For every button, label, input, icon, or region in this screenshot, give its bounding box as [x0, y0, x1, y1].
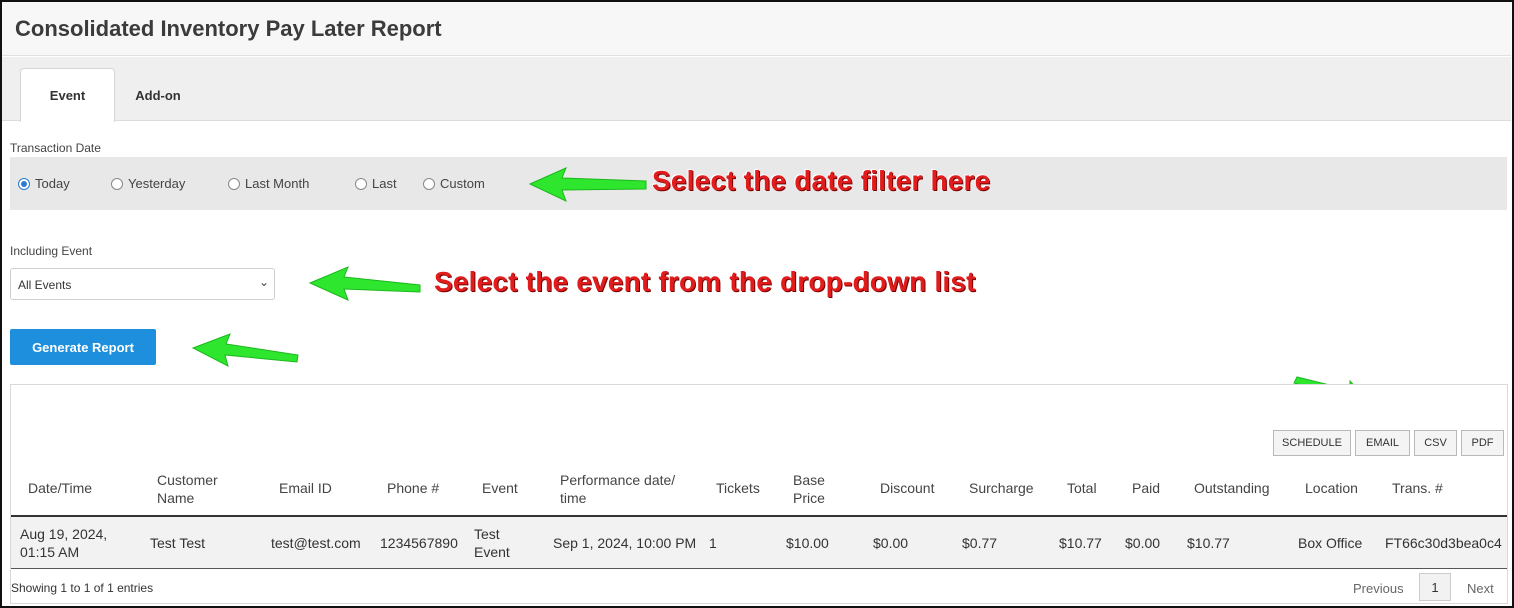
cell-total: $10.77 — [1059, 535, 1102, 551]
cell-tickets: 1 — [709, 535, 717, 551]
next-page-button[interactable]: Next — [1467, 581, 1494, 596]
column-header[interactable]: Customer Name — [157, 471, 237, 507]
radio-yesterday-label: Yesterday — [128, 176, 186, 191]
page-1-button[interactable]: 1 — [1419, 573, 1451, 601]
date-filter-annotation: Select the date filter here — [652, 165, 991, 196]
chevron-down-icon: ⌄ — [258, 275, 269, 289]
page-title: Consolidated Inventory Pay Later Report — [15, 16, 442, 41]
column-header[interactable]: Outstanding — [1194, 479, 1270, 497]
event-select-value: All Events — [18, 278, 72, 292]
radio-last-month[interactable]: Last Month — [228, 176, 309, 191]
radio-today-label: Today — [35, 176, 70, 191]
csv-button[interactable]: CSV — [1414, 430, 1457, 456]
title-bar: Consolidated Inventory Pay Later Report — [2, 2, 1511, 56]
tab-event[interactable]: Event — [20, 68, 115, 122]
radio-unselected-icon — [111, 177, 123, 190]
cell-performance-date: Sep 1, 2024, 10:00 PM — [553, 535, 697, 551]
transaction-date-label: Transaction Date — [10, 141, 101, 155]
schedule-button[interactable]: SCHEDULE — [1273, 430, 1351, 456]
column-header[interactable]: Total — [1067, 479, 1097, 497]
report-panel: SCHEDULE EMAIL CSV PDF Date/Time Custome… — [10, 384, 1508, 604]
radio-today[interactable]: Today — [18, 176, 70, 191]
radio-custom[interactable]: Custom — [423, 176, 485, 191]
cell-email: test@test.com — [271, 535, 361, 551]
table-row[interactable]: Aug 19, 2024, 01:15 AM Test Test test@te… — [11, 517, 1507, 569]
column-header[interactable]: Trans. # — [1392, 479, 1443, 497]
cell-discount: $0.00 — [873, 535, 909, 551]
column-header[interactable]: Paid — [1132, 479, 1160, 497]
entries-info: Showing 1 to 1 of 1 entries — [11, 581, 154, 595]
cell-outstanding: $10.77 — [1187, 535, 1230, 551]
radio-unselected-icon — [228, 177, 240, 190]
cell-base-price: $10.00 — [786, 535, 829, 551]
column-header[interactable]: Email ID — [279, 479, 332, 497]
cell-paid: $0.00 — [1125, 535, 1161, 551]
column-header[interactable]: Date/Time — [28, 479, 92, 497]
radio-unselected-icon — [355, 177, 367, 190]
event-select-annotation: Select the event from the drop-down list — [434, 266, 976, 297]
radio-selected-icon — [18, 177, 30, 190]
email-button[interactable]: EMAIL — [1355, 430, 1410, 456]
radio-yesterday[interactable]: Yesterday — [111, 176, 185, 191]
radio-last-month-label: Last Month — [245, 176, 310, 191]
cell-customer-name: Test Test — [150, 535, 205, 551]
including-event-label: Including Event — [10, 244, 93, 258]
column-header[interactable]: Location — [1305, 479, 1358, 497]
column-header[interactable]: Surcharge — [969, 479, 1034, 497]
column-header[interactable]: Tickets — [716, 479, 760, 497]
cell-location: Box Office — [1298, 535, 1363, 551]
radio-custom-label: Custom — [440, 176, 485, 191]
column-header[interactable]: Phone # — [387, 479, 439, 497]
tabs-bar: Event Add-on — [2, 57, 1511, 122]
column-header[interactable]: Base Price — [793, 471, 841, 507]
column-header[interactable]: Event — [482, 479, 518, 497]
cell-surcharge: $0.77 — [962, 535, 998, 551]
radio-last-label: Last — [372, 176, 397, 191]
cell-transaction-id: FT66c30d3bea0c4 — [1385, 535, 1502, 551]
radio-last[interactable]: Last — [355, 176, 397, 191]
column-header[interactable]: Performance date/ time — [560, 471, 690, 507]
cell-phone: 1234567890 — [380, 535, 458, 551]
column-header[interactable]: Discount — [880, 479, 934, 497]
generate-report-button[interactable]: Generate Report — [10, 329, 156, 365]
cell-date-time: Aug 19, 2024, 01:15 AM — [20, 526, 108, 560]
event-select[interactable]: All Events ⌄ — [10, 268, 275, 300]
cell-event: Test Event — [474, 526, 510, 560]
previous-page-button[interactable]: Previous — [1353, 581, 1404, 596]
tab-add-on[interactable]: Add-on — [120, 68, 196, 122]
radio-unselected-icon — [423, 177, 435, 190]
pdf-button[interactable]: PDF — [1461, 430, 1504, 456]
